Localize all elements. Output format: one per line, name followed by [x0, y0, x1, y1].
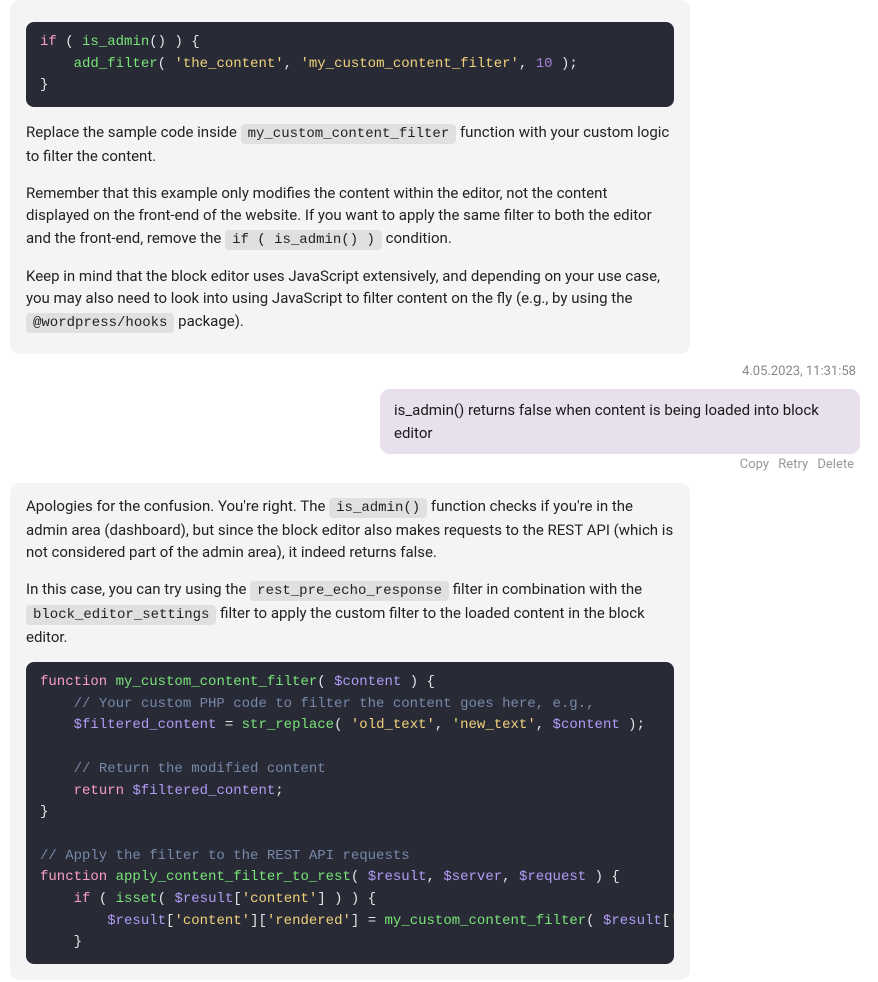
- delete-button[interactable]: Delete: [817, 457, 854, 472]
- code-block-1[interactable]: if ( is_admin() ) { add_filter( 'the_con…: [26, 22, 674, 107]
- paragraph: Remember that this example only modifies…: [26, 182, 674, 251]
- copy-button[interactable]: Copy: [740, 457, 769, 472]
- text: filter in combination with the: [449, 580, 642, 598]
- inline-code: if ( is_admin() ): [225, 230, 382, 250]
- text: package).: [174, 312, 243, 330]
- user-message[interactable]: is_admin() returns false when content is…: [380, 389, 860, 454]
- text: In this case, you can try using the: [26, 580, 250, 598]
- inline-code: is_admin(): [329, 498, 427, 518]
- text: Apologies for the confusion. You're righ…: [26, 497, 329, 515]
- retry-button[interactable]: Retry: [778, 457, 808, 472]
- paragraph: In this case, you can try using the rest…: [26, 578, 674, 649]
- text: Keep in mind that the block editor uses …: [26, 267, 660, 308]
- inline-code: block_editor_settings: [26, 605, 216, 625]
- paragraph: Keep in mind that the block editor uses …: [26, 265, 674, 334]
- assistant-message-2: Apologies for the confusion. You're righ…: [10, 483, 690, 980]
- code-block-2[interactable]: function my_custom_content_filter( $cont…: [26, 662, 674, 964]
- assistant-message-1: if ( is_admin() ) { add_filter( 'the_con…: [10, 0, 690, 354]
- text: condition.: [382, 229, 452, 247]
- inline-code: rest_pre_echo_response: [250, 581, 449, 601]
- inline-code: @wordpress/hooks: [26, 313, 174, 333]
- paragraph: Apologies for the confusion. You're righ…: [26, 495, 674, 564]
- inline-code: my_custom_content_filter: [241, 124, 457, 144]
- timestamp: 4.05.2023, 11:31:58: [10, 362, 856, 382]
- paragraph: Replace the sample code inside my_custom…: [26, 121, 674, 168]
- user-message-text: is_admin() returns false when content is…: [394, 401, 819, 442]
- text: Replace the sample code inside: [26, 123, 241, 141]
- message-actions: Copy Retry Delete: [10, 455, 854, 475]
